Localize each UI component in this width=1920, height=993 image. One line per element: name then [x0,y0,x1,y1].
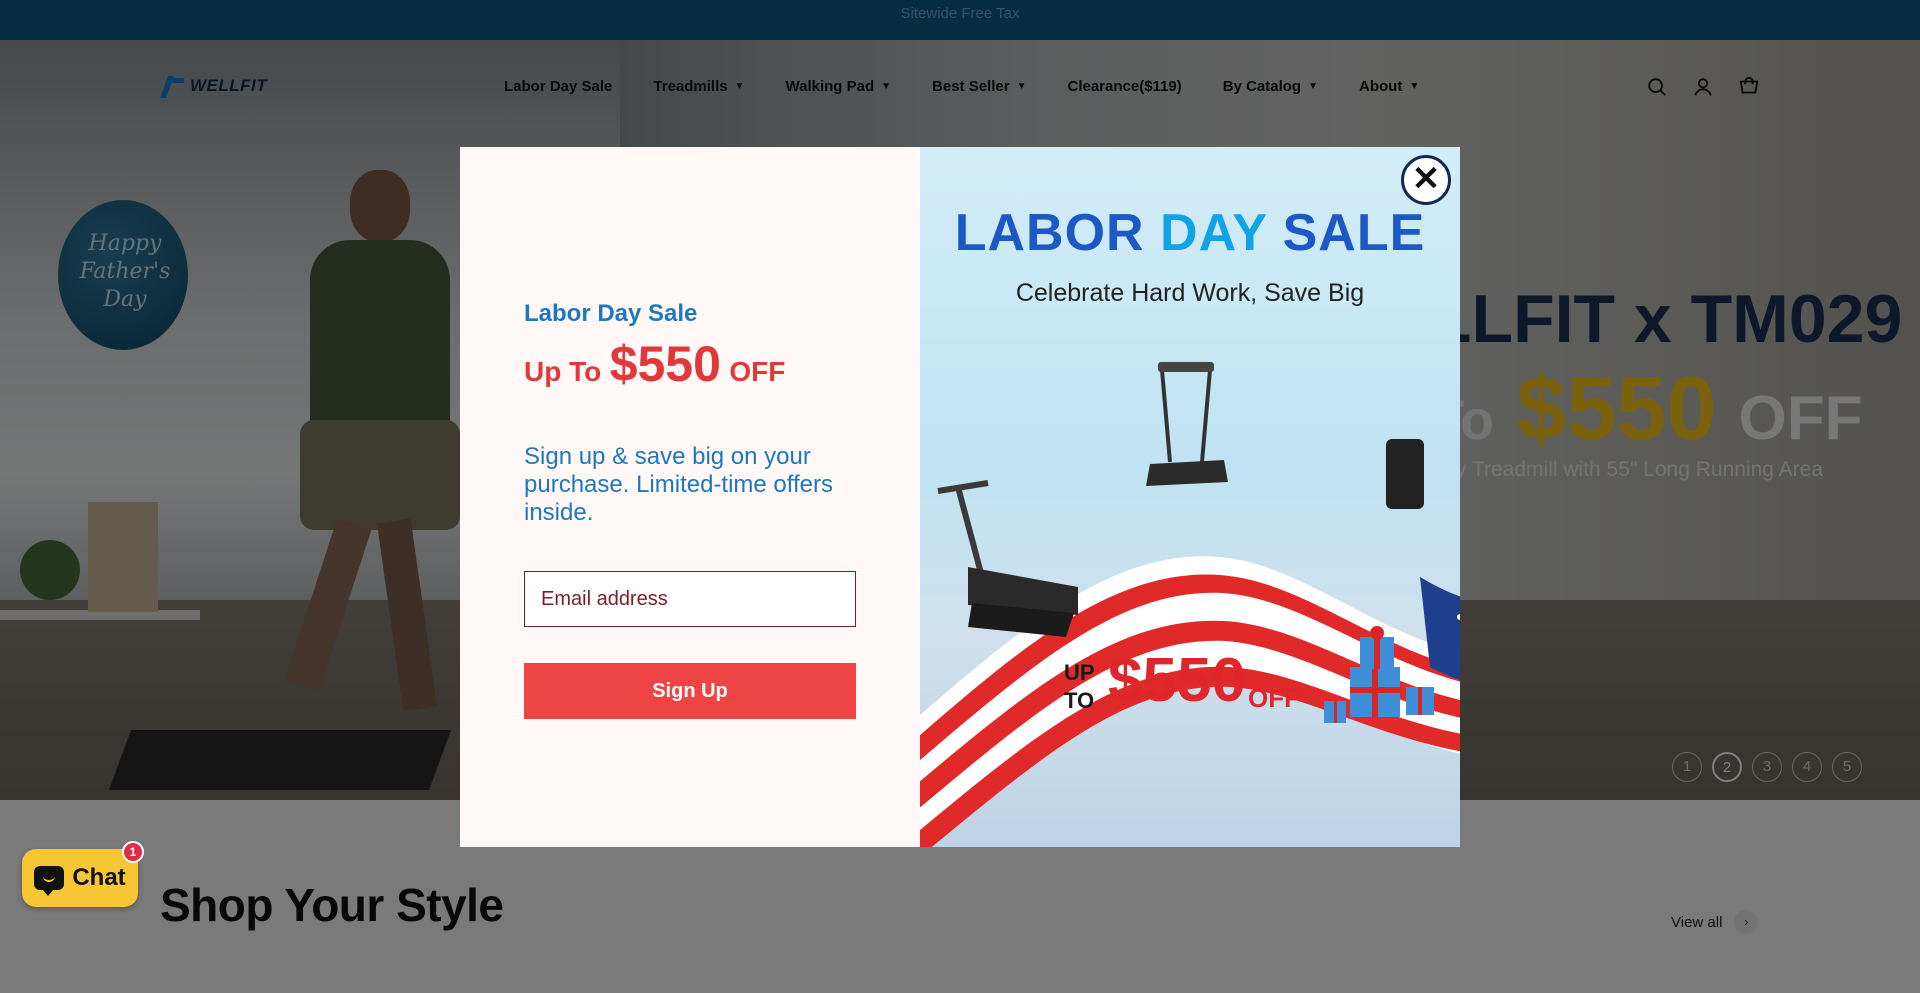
chat-button[interactable]: Chat [22,849,138,907]
promo-amount: $550 [1108,646,1246,715]
popup-promo-image: LABOR DAY SALE Celebrate Hard Work, Save… [920,147,1460,847]
promo-title-word-2: DAY [1160,204,1268,262]
promo-title-word-1: LABOR [954,204,1145,262]
close-icon: ✕ [1411,160,1441,198]
email-field[interactable] [524,571,856,627]
promo-subtitle: Celebrate Hard Work, Save Big [1015,279,1365,307]
chat-label: Chat [72,864,126,891]
phone-graphic [1386,439,1424,509]
popup-form-panel: Labor Day Sale Up To $550 OFF Sign up & … [460,147,920,847]
promo-title: LABOR DAY SALE [920,203,1460,263]
promo-upto: UP TO [1064,659,1095,715]
close-popup-button[interactable]: ✕ [1401,155,1451,205]
promo-off: OFF [1248,683,1300,713]
signup-button[interactable]: Sign Up [524,663,856,719]
signup-popup: Labor Day Sale Up To $550 OFF Sign up & … [460,147,1460,847]
popup-offer-amount: $550 [609,336,721,392]
popup-offer: Up To $550 OFF [524,335,785,393]
popup-offer-prefix: Up To [524,356,602,387]
gift-boxes-graphic [1324,626,1434,723]
chat-unread-badge: 1 [122,841,144,863]
promo-upto-line-1: UP [1064,660,1095,685]
chat-bubble-icon [34,866,65,896]
treadmill-folding-graphic [937,480,1078,637]
popup-eyebrow: Labor Day Sale [524,300,698,327]
promo-upto-line-2: TO [1064,688,1095,713]
promo-title-word-3: SALE [1282,204,1426,262]
popup-description: Sign up & save big on your purchase. Lim… [524,443,834,526]
treadmill-upright-graphic [1146,362,1228,486]
popup-offer-suffix: OFF [729,356,786,387]
